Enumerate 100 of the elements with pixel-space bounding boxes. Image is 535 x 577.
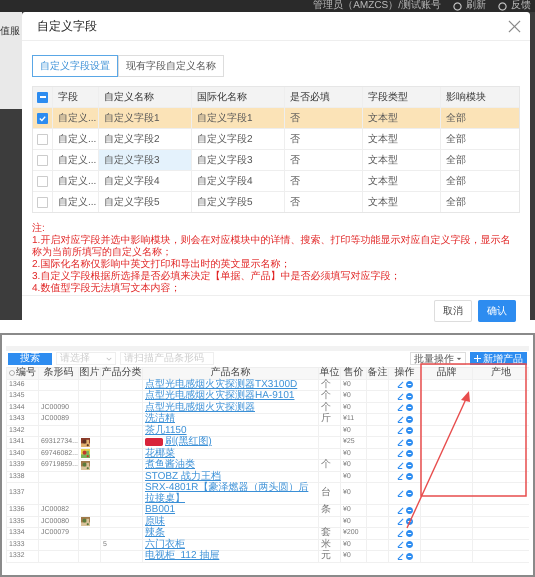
remove-icon[interactable] — [406, 381, 412, 388]
remove-icon[interactable] — [406, 404, 412, 412]
note-heading: 注: — [32, 223, 46, 235]
column-header: 是否必填 — [290, 90, 330, 104]
column-header: 编号 — [16, 368, 36, 378]
close-icon[interactable] — [508, 20, 521, 32]
table-cell: 元 — [321, 551, 331, 562]
edit-icon[interactable] — [396, 404, 404, 412]
row-checkbox[interactable] — [37, 196, 48, 208]
table-cell: 自定义字段4 — [98, 171, 191, 191]
product-link[interactable]: 六门衣柜 — [145, 540, 185, 550]
add-product-button[interactable]: 新增产品 — [470, 352, 527, 365]
edit-icon[interactable] — [396, 450, 404, 458]
batch-button[interactable]: 批量操作 — [410, 352, 466, 365]
remove-icon[interactable] — [406, 462, 412, 469]
select-all-checkbox[interactable] — [37, 92, 48, 102]
column-header: 品牌 — [436, 368, 456, 378]
remove-icon[interactable] — [406, 438, 412, 446]
table-cell: 自定义字段5 — [191, 192, 284, 212]
remove-icon[interactable] — [406, 552, 412, 560]
edit-icon[interactable] — [396, 490, 404, 497]
remove-icon[interactable] — [406, 490, 412, 497]
caret-icon — [456, 356, 462, 360]
table-cell: 条 — [321, 505, 331, 516]
product-link[interactable]: SRX-4801R【豪泽燃器（两头圆）后拉接桌】 — [145, 483, 316, 504]
product-link[interactable]: 茶几1150 — [145, 426, 187, 436]
column-header: 备注 — [368, 368, 388, 378]
caret-icon — [106, 356, 112, 360]
product-link[interactable]: 点型光电感烟火灾探测器TX3100D — [145, 380, 298, 390]
product-link[interactable]: 煮鱼酱油类 — [145, 460, 195, 470]
table-cell: 自定义字段1 — [98, 108, 191, 128]
column-header: 售价 — [344, 368, 364, 378]
remove-icon[interactable] — [406, 427, 412, 434]
tab[interactable]: 现有字段自定义名称 — [118, 55, 224, 77]
cancel-button[interactable]: 取消 — [434, 300, 472, 322]
remove-icon[interactable] — [406, 392, 412, 400]
page-heading: 值服 — [0, 25, 21, 38]
product-link[interactable]: 点型光电感烟火灾探测器 — [145, 402, 255, 413]
dialog-title: 自定义字段 — [37, 18, 97, 34]
row-checkbox[interactable] — [37, 112, 48, 124]
column-header: 操作 — [394, 368, 414, 378]
edit-icon[interactable] — [396, 530, 404, 537]
edit-icon[interactable] — [396, 416, 404, 423]
table-cell: 自定义... — [52, 108, 98, 128]
table-cell: 自定义字段1 — [191, 108, 284, 128]
remove-icon[interactable] — [406, 473, 412, 480]
table-cell: 套 — [321, 528, 331, 538]
row-checkbox[interactable] — [37, 134, 48, 144]
edit-icon[interactable] — [396, 552, 404, 560]
refresh-icon[interactable] — [453, 2, 462, 10]
row-checkbox[interactable] — [37, 154, 48, 166]
row-checkbox[interactable] — [37, 176, 48, 186]
table-cell: 文本型 — [362, 150, 440, 170]
edit-icon[interactable] — [396, 438, 404, 446]
column-header: 字段类型 — [368, 90, 408, 104]
table-cell: 自定义... — [52, 129, 98, 149]
tab[interactable]: 自定义字段设置 — [32, 55, 118, 77]
remove-icon[interactable] — [406, 416, 412, 423]
table-cell: 自定义字段2 — [98, 129, 191, 149]
table-cell: 台 — [321, 488, 331, 499]
remove-icon[interactable] — [406, 541, 412, 548]
feedback-icon[interactable] — [498, 2, 507, 10]
remove-icon[interactable] — [406, 450, 412, 458]
remove-icon[interactable] — [406, 518, 412, 526]
search-button[interactable]: 搜索 — [8, 352, 52, 364]
table-cell: 个 — [321, 460, 331, 470]
note-text: 2.国际化名称仅影响中英文打印和导出时的英文显示名称； — [32, 259, 292, 270]
table-cell: 否 — [284, 171, 362, 191]
edit-icon[interactable] — [396, 506, 404, 514]
plus-icon — [474, 355, 481, 362]
edit-icon[interactable] — [396, 381, 404, 388]
feedback-link[interactable]: 反馈 — [511, 0, 531, 12]
product-link[interactable]: 电视柜_112 抽屉 — [145, 551, 220, 562]
edit-icon[interactable] — [396, 392, 404, 400]
product-link[interactable]: 原味 — [145, 516, 165, 527]
table-cell: 斤 — [321, 414, 331, 424]
column-header: 图片 — [80, 368, 100, 378]
table-cell: 文本型 — [362, 192, 440, 212]
product-link[interactable]: BB001 — [145, 505, 176, 516]
table-cell-text: 个 — [321, 402, 331, 412]
product-link[interactable]: 点型光电感烟火灾探测器HA-9101 — [145, 391, 294, 402]
remove-icon[interactable] — [406, 530, 412, 537]
edit-icon[interactable] — [396, 541, 404, 548]
edit-icon[interactable] — [396, 462, 404, 469]
column-header: 单位 — [320, 368, 340, 378]
table-cell: 否 — [284, 108, 362, 128]
product-link[interactable]: 花椰菜 — [145, 448, 175, 459]
edit-icon[interactable] — [396, 473, 404, 480]
table-cell: 自定义字段3 — [98, 150, 191, 170]
product-link[interactable]: 洗洁精 — [145, 414, 175, 424]
edit-icon[interactable] — [396, 427, 404, 434]
product-link[interactable]: STOBZ 战力王档 — [145, 472, 221, 482]
product-link[interactable]: 刷(黑红图) — [165, 437, 212, 448]
remove-icon[interactable] — [406, 506, 412, 514]
table-cell: 否 — [284, 192, 362, 212]
confirm-button[interactable]: 确认 — [478, 300, 516, 322]
edit-icon[interactable] — [396, 518, 404, 526]
table-cell: 全部 — [440, 171, 519, 191]
column-header: 影响模块 — [446, 90, 486, 104]
product-link[interactable]: 辣条 — [145, 528, 165, 538]
